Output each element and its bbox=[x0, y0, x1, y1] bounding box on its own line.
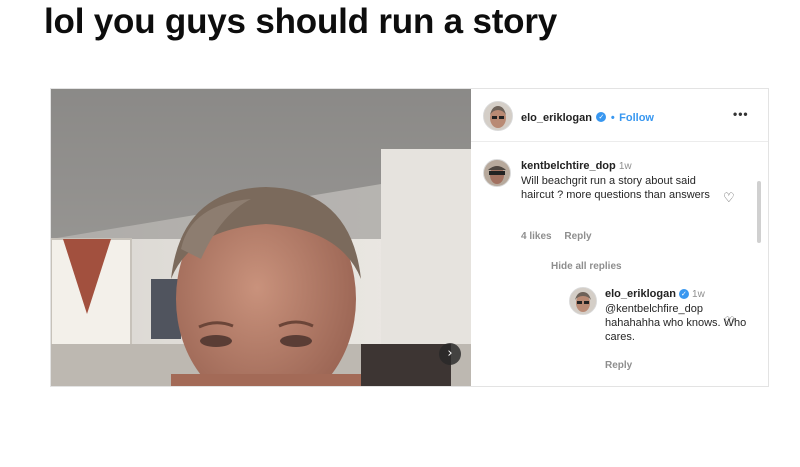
post-header: elo_eriklogan ✓ • Follow ••• bbox=[471, 89, 768, 142]
comment-username[interactable]: kentbelchtire_dop bbox=[521, 160, 616, 172]
follow-separator: • bbox=[610, 112, 615, 124]
more-options-icon[interactable]: ••• bbox=[733, 107, 749, 121]
author-line: elo_eriklogan ✓ • Follow bbox=[521, 108, 654, 126]
comments-panel: elo_eriklogan ✓ • Follow ••• kentbelchti… bbox=[471, 89, 768, 386]
reply-username[interactable]: elo_eriklogan bbox=[605, 288, 676, 300]
reply-verified-badge-icon: ✓ bbox=[678, 289, 689, 300]
post-caption: lol you guys should run a story bbox=[44, 2, 558, 41]
post-photo[interactable]: › bbox=[51, 89, 471, 386]
reply-avatar-photo bbox=[570, 288, 596, 314]
commenter-avatar-photo bbox=[484, 160, 510, 186]
author-avatar[interactable] bbox=[483, 101, 513, 131]
author-username[interactable]: elo_eriklogan bbox=[521, 112, 592, 124]
follow-button[interactable]: Follow bbox=[619, 112, 654, 124]
next-photo-button[interactable]: › bbox=[439, 343, 461, 365]
comment-body: kentbelchtire_dop 1w Will beachgrit run … bbox=[521, 159, 721, 202]
hide-replies-button[interactable]: Hide all replies bbox=[551, 261, 622, 272]
reply-mention[interactable]: @kentbelchfire_dop bbox=[605, 302, 755, 316]
reply-time[interactable]: 1w bbox=[692, 289, 705, 300]
avatar-photo bbox=[484, 102, 512, 130]
reply-reply-button[interactable]: Reply bbox=[605, 360, 632, 371]
comment-reply-button[interactable]: Reply bbox=[564, 231, 591, 242]
instagram-post: › elo_eriklogan ✓ • Follow ••• kentbelch… bbox=[50, 88, 769, 387]
reply-meta: Reply bbox=[605, 360, 642, 371]
reply-avatar[interactable] bbox=[569, 287, 597, 315]
comment-likes[interactable]: 4 likes bbox=[521, 231, 552, 242]
selfie-photo bbox=[51, 89, 471, 386]
comment-meta: 4 likes Reply bbox=[521, 231, 602, 242]
comment-time[interactable]: 1w bbox=[619, 161, 632, 172]
comments-scrollbar[interactable] bbox=[757, 181, 761, 243]
reply-like-heart-icon[interactable]: ♡ bbox=[724, 315, 736, 330]
verified-badge-icon: ✓ bbox=[596, 111, 607, 122]
comment-like-heart-icon[interactable]: ♡ bbox=[723, 191, 735, 206]
commenter-avatar[interactable] bbox=[483, 159, 511, 187]
comment-text: Will beachgrit run a story about said ha… bbox=[521, 175, 710, 201]
